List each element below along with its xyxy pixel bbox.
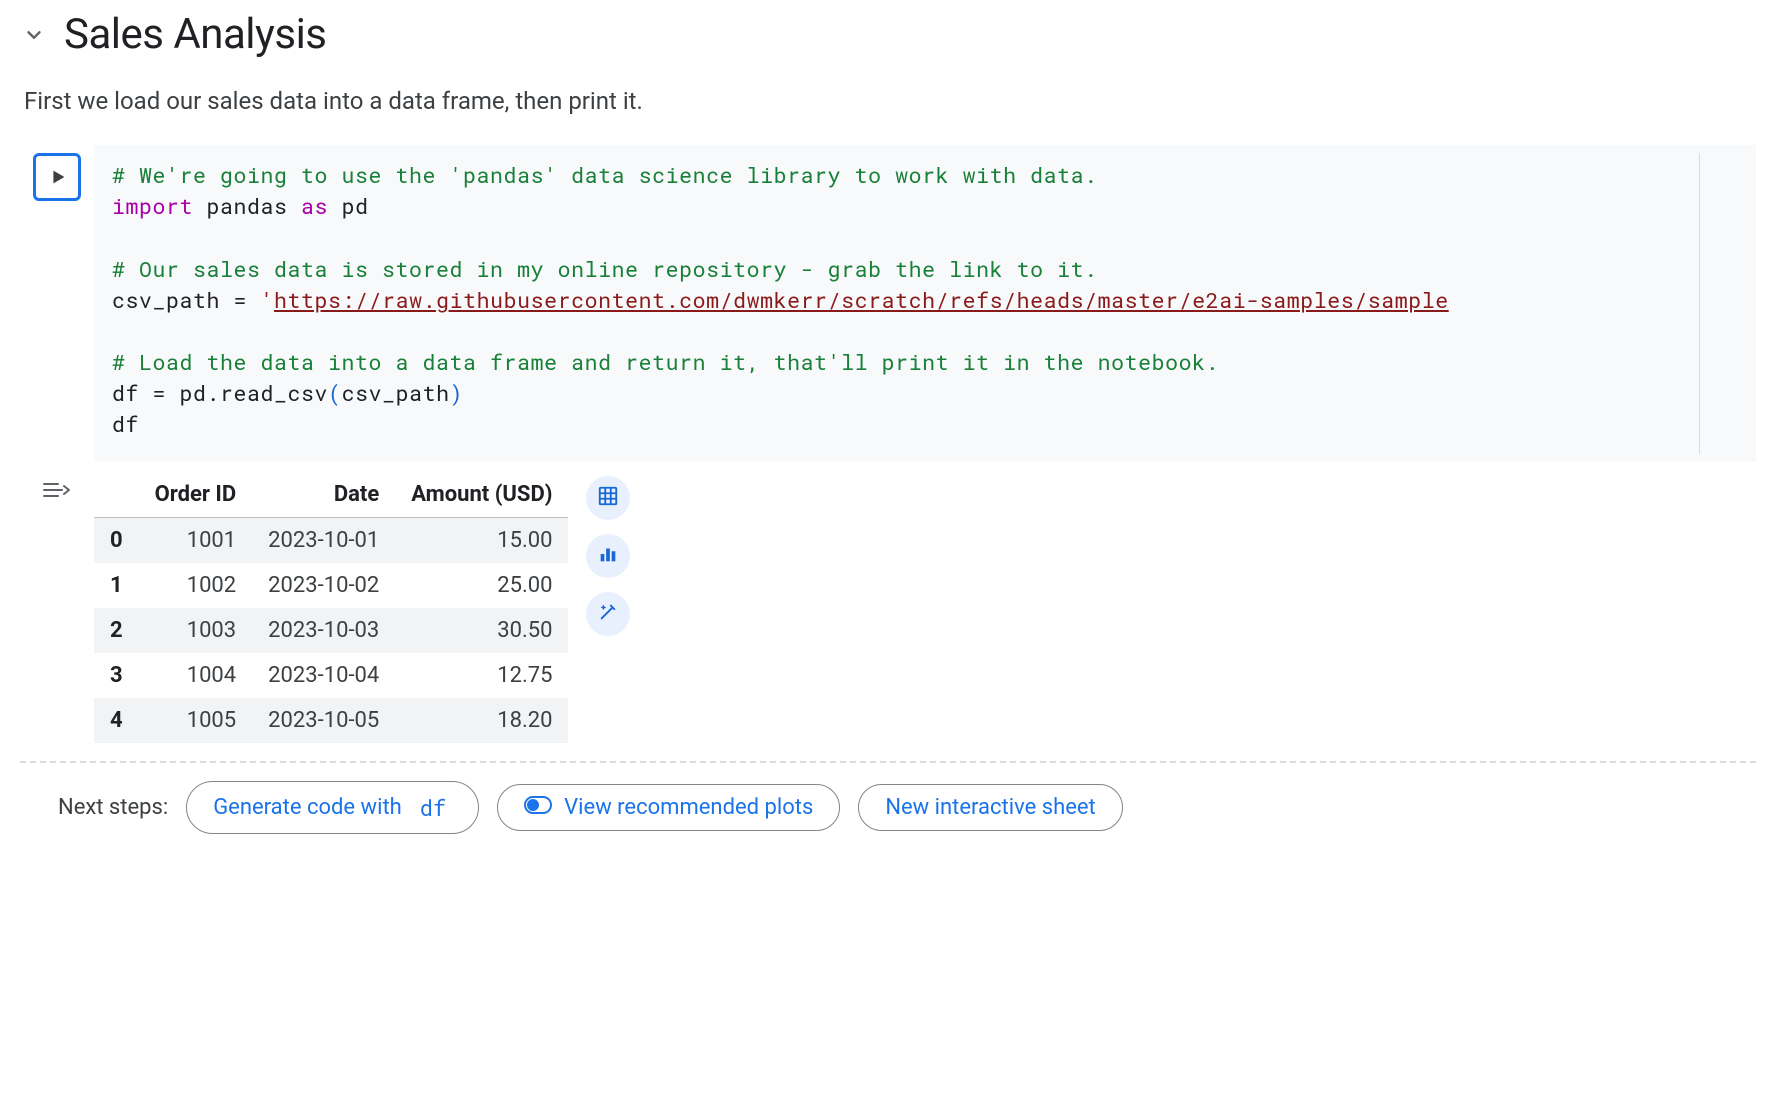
magic-edit-button[interactable]: [586, 592, 630, 636]
markdown-intro: First we load our sales data into a data…: [24, 87, 1756, 115]
cell-amount: 30.50: [395, 608, 568, 653]
cell-date: 2023-10-01: [252, 517, 395, 563]
pill-code-var: df: [414, 792, 452, 823]
code-paren: (: [328, 378, 342, 407]
toggle-icon: [524, 795, 552, 820]
cell-date: 2023-10-02: [252, 563, 395, 608]
table-icon: [597, 485, 619, 511]
table-col-header: Amount (USD): [395, 472, 568, 518]
next-steps-bar: Next steps: Generate code with df View r…: [20, 761, 1756, 834]
cell-amount: 25.00: [395, 563, 568, 608]
table-col-header: Order ID: [139, 472, 253, 518]
cell-date: 2023-10-05: [252, 698, 395, 743]
code-keyword: as: [301, 191, 328, 220]
table-header-row: Order ID Date Amount (USD): [94, 472, 568, 518]
cell-date: 2023-10-03: [252, 608, 395, 653]
row-index: 0: [94, 517, 139, 563]
row-index: 3: [94, 653, 139, 698]
pill-text: Generate code with: [213, 795, 402, 820]
cell-gutter: [20, 145, 94, 462]
cell-order-id: 1004: [139, 653, 253, 698]
run-cell-button[interactable]: [33, 153, 81, 201]
cell-output: Order ID Date Amount (USD) 0 1001 2023-1…: [20, 464, 1756, 743]
code-token: df: [112, 409, 139, 438]
table-row: 2 1003 2023-10-03 30.50: [94, 608, 568, 653]
suggest-chart-button[interactable]: [586, 534, 630, 578]
row-index: 2: [94, 608, 139, 653]
cell-order-id: 1002: [139, 563, 253, 608]
code-token: csv_path =: [112, 285, 261, 314]
code-token: pandas: [193, 191, 301, 220]
code-token: pd: [328, 191, 369, 220]
table-row: 3 1004 2023-10-04 12.75: [94, 653, 568, 698]
cell-order-id: 1001: [139, 517, 253, 563]
generate-code-button[interactable]: Generate code with df: [186, 781, 479, 834]
table-index-header: [94, 472, 139, 518]
section-header: Sales Analysis: [20, 10, 1756, 59]
section-title: Sales Analysis: [64, 10, 326, 59]
next-steps-label: Next steps:: [58, 795, 168, 820]
code-comment: # We're going to use the 'pandas' data s…: [112, 160, 1098, 189]
code-string: 'https://raw.githubusercontent.com/dwmke…: [261, 285, 1449, 314]
table-row: 4 1005 2023-10-05 18.20: [94, 698, 568, 743]
table-col-header: Date: [252, 472, 395, 518]
code-cell: # We're going to use the 'pandas' data s…: [20, 145, 1756, 462]
code-token: csv_path: [342, 378, 450, 407]
code-editor[interactable]: # We're going to use the 'pandas' data s…: [94, 145, 1756, 462]
row-index: 1: [94, 563, 139, 608]
row-index: 4: [94, 698, 139, 743]
cell-amount: 12.75: [395, 653, 568, 698]
code-token: df = pd.read_csv: [112, 378, 328, 407]
code-comment: # Our sales data is stored in my online …: [112, 254, 1098, 283]
output-indicator-icon[interactable]: [42, 478, 72, 743]
table-row: 1 1002 2023-10-02 25.00: [94, 563, 568, 608]
cell-order-id: 1003: [139, 608, 253, 653]
magic-wand-icon: [597, 601, 619, 627]
view-recommended-plots-button[interactable]: View recommended plots: [497, 784, 840, 831]
code-keyword: import: [112, 191, 193, 220]
cell-order-id: 1005: [139, 698, 253, 743]
collapse-section-icon[interactable]: [20, 21, 48, 49]
cell-amount: 15.00: [395, 517, 568, 563]
table-row: 0 1001 2023-10-01 15.00: [94, 517, 568, 563]
pill-text: New interactive sheet: [885, 795, 1095, 820]
cell-date: 2023-10-04: [252, 653, 395, 698]
cell-amount: 18.20: [395, 698, 568, 743]
code-comment: # Load the data into a data frame and re…: [112, 347, 1219, 376]
output-gutter: [20, 464, 94, 743]
bar-chart-icon: [597, 543, 619, 569]
code-url-link[interactable]: https://raw.githubusercontent.com/dwmker…: [274, 285, 1449, 314]
new-interactive-sheet-button[interactable]: New interactive sheet: [858, 784, 1122, 831]
dataframe-table: Order ID Date Amount (USD) 0 1001 2023-1…: [94, 472, 568, 743]
output-side-actions: [586, 472, 630, 636]
pill-text: View recommended plots: [564, 795, 813, 820]
open-as-table-button[interactable]: [586, 476, 630, 520]
code-paren: ): [450, 378, 464, 407]
